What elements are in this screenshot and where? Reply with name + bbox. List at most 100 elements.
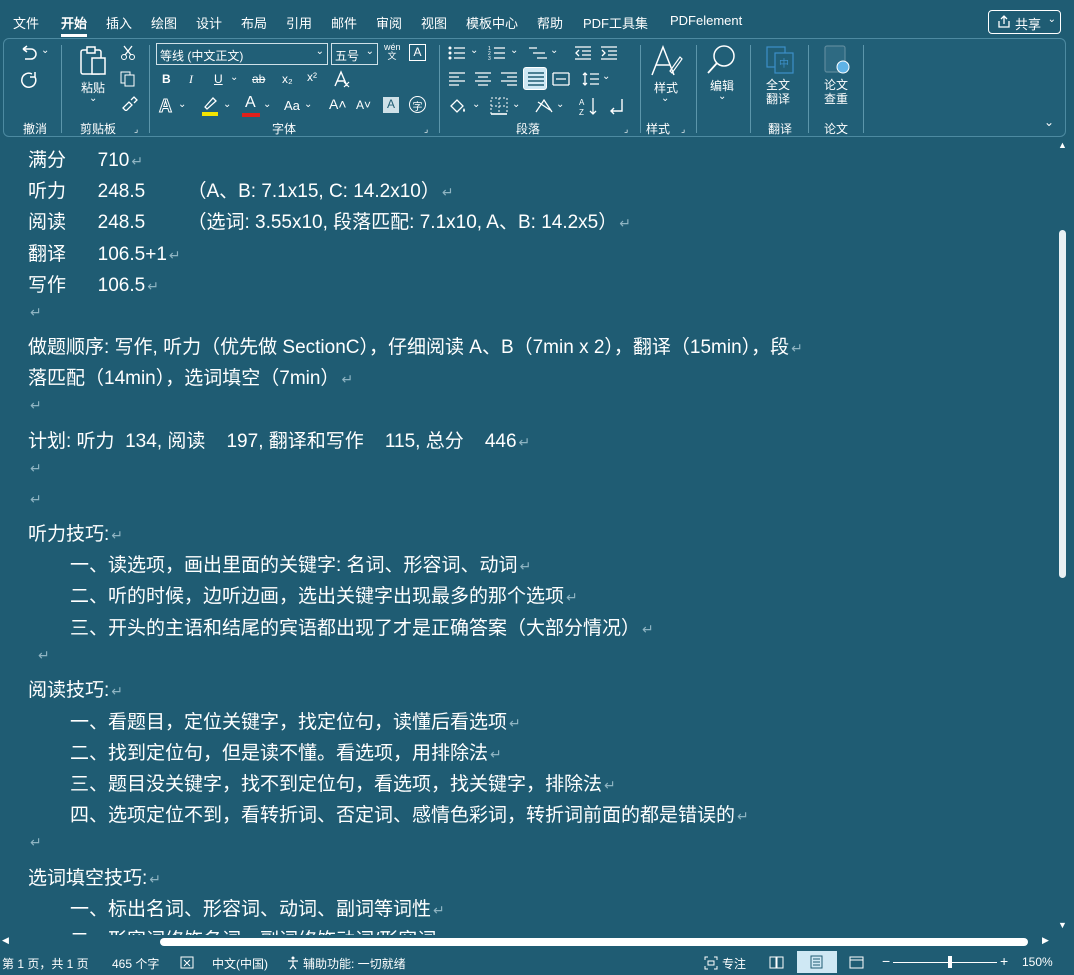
word-count[interactable]: 465 个字 xyxy=(112,955,159,972)
superscript-button[interactable]: x² xyxy=(307,70,317,84)
focus-icon[interactable] xyxy=(704,956,718,970)
print-layout-button[interactable] xyxy=(797,951,837,973)
menu-layout[interactable]: 布局 xyxy=(241,13,267,32)
document-paragraph[interactable]: 三、开头的主语和结尾的宾语都出现了才是正确答案（大部分情况） ↵ xyxy=(70,613,654,640)
change-case-button[interactable]: Aa xyxy=(284,98,300,113)
highlight-dropdown-icon[interactable]: ⌄ xyxy=(223,99,231,110)
char-shading-button[interactable]: A xyxy=(383,97,399,113)
borders-icon[interactable] xyxy=(490,97,508,115)
menu-design[interactable]: 设计 xyxy=(196,13,222,32)
increase-indent-icon[interactable] xyxy=(600,45,618,61)
align-center-icon[interactable] xyxy=(474,71,492,87)
line-spacing-dropdown-icon[interactable]: ⌄ xyxy=(602,71,610,82)
borders-dropdown-icon[interactable]: ⌄ xyxy=(512,99,520,110)
paper-check-icon[interactable] xyxy=(822,44,852,76)
copy-icon[interactable] xyxy=(120,71,136,87)
bullets-icon[interactable] xyxy=(448,45,466,61)
grow-font-button[interactable]: A˄ xyxy=(329,96,347,112)
menu-draw[interactable]: 绘图 xyxy=(151,13,177,32)
paper-check-label-1[interactable]: 论文 xyxy=(824,78,848,92)
underline-dropdown-icon[interactable]: ⌄ xyxy=(230,72,238,83)
menu-pdf-tools[interactable]: PDF工具集 xyxy=(583,13,648,32)
shrink-font-button[interactable]: A˅ xyxy=(356,98,371,112)
phonetic-guide-button[interactable]: wén文 xyxy=(384,43,401,61)
full-translate-label-1[interactable]: 全文 xyxy=(766,78,790,92)
empty-paragraph[interactable]: ↵ xyxy=(36,644,50,666)
zoom-slider-thumb[interactable] xyxy=(948,956,952,968)
menu-insert[interactable]: 插入 xyxy=(106,13,132,32)
empty-paragraph[interactable]: ↵ xyxy=(28,301,42,323)
empty-paragraph[interactable]: ↵ xyxy=(28,394,42,416)
menu-review[interactable]: 审阅 xyxy=(376,13,402,32)
align-right-icon[interactable] xyxy=(500,71,518,87)
menu-home[interactable]: 开始 xyxy=(61,13,88,37)
document-paragraph[interactable]: 一、看题目，定位关键字，找定位句，读懂后看选项 ↵ xyxy=(70,707,521,734)
vertical-scroll-thumb[interactable] xyxy=(1059,230,1066,578)
undo-dropdown-icon[interactable]: ⌄ xyxy=(41,45,49,56)
edit-dropdown-icon[interactable]: ⌄ xyxy=(718,91,726,102)
empty-paragraph[interactable]: ↵ xyxy=(28,488,42,510)
horizontal-scrollbar[interactable]: ◀ ▶ xyxy=(0,935,1060,949)
underline-button[interactable]: U xyxy=(214,72,223,86)
distributed-icon[interactable] xyxy=(552,71,570,87)
document-paragraph[interactable]: 二、找到定位句，但是读不懂。看选项，用排除法 ↵ xyxy=(70,738,502,765)
menu-mailings[interactable]: 邮件 xyxy=(331,13,357,32)
zoom-in-button[interactable]: + xyxy=(1000,953,1008,969)
font-color-dropdown-icon[interactable]: ⌄ xyxy=(263,99,271,110)
redo-icon[interactable] xyxy=(18,71,40,91)
proofing-icon[interactable] xyxy=(180,956,194,969)
scroll-left-icon[interactable]: ◀ xyxy=(2,935,9,946)
enclose-char-button[interactable]: 字 xyxy=(409,96,426,113)
zoom-level[interactable]: 150% xyxy=(1022,955,1053,969)
document-paragraph[interactable]: 计划: 听力 134, 阅读 197, 翻译和写作 115, 总分 446 ↵ xyxy=(28,426,530,453)
document-paragraph[interactable]: 四、选项定位不到，看转折词、否定词、感情色彩词，转折词前面的都是错误的 ↵ xyxy=(70,800,749,827)
subscript-button[interactable]: x₂ xyxy=(282,72,293,86)
styles-launcher-icon[interactable]: ⌟ xyxy=(681,124,685,135)
decrease-indent-icon[interactable] xyxy=(574,45,592,61)
language-status[interactable]: 中文(中国) xyxy=(212,955,268,972)
accessibility-status[interactable]: 辅助功能: 一切就绪 xyxy=(303,955,406,972)
show-marks-icon[interactable] xyxy=(608,96,628,116)
shading-icon[interactable] xyxy=(448,97,468,115)
numbering-icon[interactable]: 123 xyxy=(488,45,506,61)
document-paragraph[interactable]: 阅读技巧: ↵ xyxy=(28,675,123,702)
empty-paragraph[interactable]: ↵ xyxy=(28,457,42,479)
menu-help[interactable]: 帮助 xyxy=(537,13,563,32)
cut-icon[interactable] xyxy=(120,45,136,61)
scroll-up-icon[interactable]: ▲ xyxy=(1058,140,1067,150)
page-count[interactable]: 第 1 页，共 1 页 xyxy=(2,955,89,972)
undo-icon[interactable] xyxy=(18,45,40,63)
clear-format-icon[interactable] xyxy=(332,69,352,89)
document-paragraph[interactable]: 写作 106.5 ↵ xyxy=(28,270,159,297)
document-paragraph[interactable]: 一、读选项，画出里面的关键字: 名词、形容词、动词 ↵ xyxy=(70,550,531,577)
font-color-button[interactable]: A xyxy=(242,94,260,118)
chinese-layout-dropdown-icon[interactable]: ⌄ xyxy=(556,99,564,110)
paste-icon[interactable] xyxy=(78,45,108,77)
shading-dropdown-icon[interactable]: ⌄ xyxy=(472,99,480,110)
document-paragraph[interactable]: 阅读 248.5 （选词: 3.55x10, 段落匹配: 7.1x10, A、B… xyxy=(28,207,631,234)
menu-file[interactable]: 文件 xyxy=(13,13,39,32)
line-spacing-icon[interactable] xyxy=(582,71,600,87)
styles-dropdown-icon[interactable]: ⌄ xyxy=(661,93,669,104)
menu-references[interactable]: 引用 xyxy=(286,13,312,32)
paper-check-label-2[interactable]: 查重 xyxy=(824,92,848,106)
document-paragraph[interactable]: 听力 248.5 （A、B: 7.1x15, C: 14.2x10） ↵ xyxy=(28,176,454,203)
highlight-icon[interactable] xyxy=(200,95,220,117)
document-paragraph[interactable]: 一、标出名词、形容词、动词、副词等词性 ↵ xyxy=(70,894,445,921)
empty-paragraph[interactable]: ↵ xyxy=(28,831,42,853)
horizontal-scroll-thumb[interactable] xyxy=(160,938,1028,946)
styles-icon[interactable] xyxy=(650,45,684,77)
menu-pdfelement[interactable]: PDFelement xyxy=(670,13,742,28)
menu-template-center[interactable]: 模板中心 xyxy=(466,13,518,32)
bullets-dropdown-icon[interactable]: ⌄ xyxy=(470,45,478,56)
search-icon[interactable] xyxy=(706,43,738,75)
scroll-right-icon[interactable]: ▶ xyxy=(1042,935,1049,946)
chinese-layout-icon[interactable] xyxy=(534,96,554,116)
zoom-out-button[interactable]: − xyxy=(882,953,890,969)
read-mode-icon[interactable] xyxy=(769,956,784,969)
translate-icon[interactable]: 中 xyxy=(765,45,795,75)
multilevel-dropdown-icon[interactable]: ⌄ xyxy=(550,45,558,56)
bold-button[interactable]: B xyxy=(162,72,171,86)
document-paragraph[interactable]: 翻译 106.5+1 ↵ xyxy=(28,239,181,266)
share-button[interactable]: 共享 ⌄ xyxy=(988,10,1061,34)
